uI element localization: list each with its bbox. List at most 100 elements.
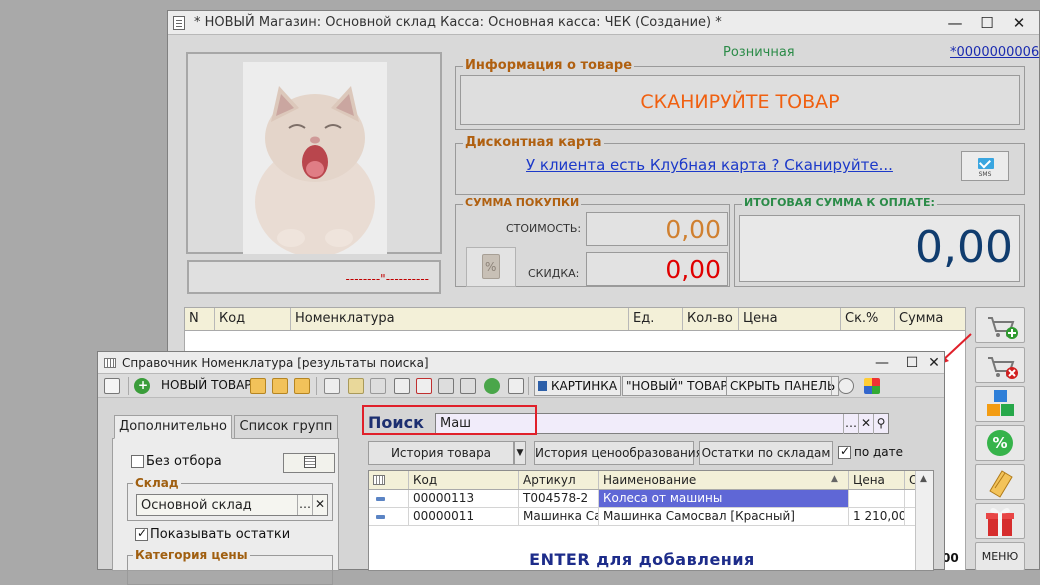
- gift-icon: [986, 507, 1014, 536]
- warehouse-select[interactable]: Основной склад … ✕: [136, 494, 328, 516]
- catalog-button[interactable]: [975, 386, 1025, 422]
- clear-icon[interactable]: ✕: [858, 414, 873, 434]
- ellipsis-icon[interactable]: …: [843, 414, 858, 434]
- ellipsis-icon[interactable]: …: [297, 495, 312, 515]
- receipt-roll-icon: [989, 470, 1013, 498]
- discounts-button[interactable]: %: [975, 425, 1025, 461]
- print-icon[interactable]: [438, 378, 454, 394]
- col-name[interactable]: Наименование: [599, 471, 849, 489]
- col-price[interactable]: Цена: [739, 308, 841, 330]
- item-marker-icon: [376, 497, 385, 501]
- card-number-link[interactable]: *0000000006: [950, 45, 1039, 60]
- col-price[interactable]: Цена: [849, 471, 905, 489]
- discount-label: СКИДКА:: [528, 267, 580, 280]
- picture-icon: [538, 381, 547, 391]
- clear-filter-icon[interactable]: [416, 378, 432, 394]
- toolbar-separator: [528, 377, 529, 395]
- menu-button[interactable]: МЕНЮ: [975, 542, 1025, 571]
- results-scrollbar[interactable]: ▲: [915, 471, 933, 570]
- percent-symbol: %: [992, 434, 1007, 452]
- col-code[interactable]: Код: [215, 308, 291, 330]
- by-date-checkbox[interactable]: [838, 444, 851, 459]
- col-unit[interactable]: Ед.: [629, 308, 683, 330]
- col-nomenclature[interactable]: Номенклатура: [291, 308, 629, 330]
- grid-settings-icon[interactable]: [373, 475, 385, 485]
- show-stock-checkbox[interactable]: [135, 526, 148, 541]
- maximize-icon[interactable]: ☐: [902, 353, 922, 373]
- blocks-icon: [987, 390, 1014, 416]
- down-icon[interactable]: [370, 378, 386, 394]
- search-icon[interactable]: ⚲: [873, 414, 888, 434]
- pos-window-title: * НОВЫЙ Магазин: Основной склад Касса: О…: [194, 15, 722, 30]
- col-sum[interactable]: Сумма: [895, 308, 965, 330]
- hide-panel-button[interactable]: СКРЫТЬ ПАНЕЛЬ: [726, 376, 840, 396]
- col-article[interactable]: Артикул: [519, 471, 599, 489]
- refresh-cursor-icon[interactable]: [104, 378, 120, 394]
- select-cursor-icon[interactable]: [508, 378, 524, 394]
- row-code: 00000113: [409, 490, 519, 507]
- no-filter-number-field[interactable]: 0: [283, 453, 335, 473]
- sms-button[interactable]: SMS: [961, 151, 1009, 181]
- product-history-dropdown-icon[interactable]: ▼: [514, 441, 526, 465]
- picture-button[interactable]: КАРТИНКА: [534, 376, 622, 396]
- toolbar-separator: [128, 377, 129, 395]
- price-type-label: Розничная: [723, 45, 795, 60]
- calculator-icon[interactable]: [304, 456, 316, 468]
- edit-folder-icon[interactable]: [294, 378, 310, 394]
- scroll-up-icon[interactable]: ▲: [920, 474, 927, 484]
- export-icon[interactable]: [460, 378, 476, 394]
- close-icon[interactable]: ✕: [924, 353, 944, 373]
- clear-icon[interactable]: ✕: [312, 495, 327, 515]
- discount-tag-icon: %: [482, 254, 500, 279]
- search-toolbar: + НОВЫЙ ТОВАР КАРТИНКА "НОВЫЙ" ТОВАР СКР…: [98, 374, 944, 398]
- magnifier-icon[interactable]: [838, 378, 854, 394]
- picture-label: КАРТИНКА: [551, 379, 618, 393]
- receipt-tape-button[interactable]: [975, 464, 1025, 500]
- scan-area[interactable]: СКАНИРУЙТЕ ТОВАР: [460, 75, 1020, 125]
- minimize-icon[interactable]: —: [872, 353, 892, 373]
- tab-additional[interactable]: Дополнительно: [114, 415, 232, 439]
- col-qty[interactable]: Кол-во: [683, 308, 739, 330]
- club-card-link[interactable]: У клиента есть Клубная карта ? Сканируйт…: [526, 156, 893, 174]
- minimize-icon[interactable]: —: [944, 13, 966, 33]
- close-icon[interactable]: ✕: [1008, 13, 1030, 33]
- pos-title-bar[interactable]: * НОВЫЙ Магазин: Основной склад Касса: О…: [168, 11, 1039, 35]
- col-n[interactable]: N: [185, 308, 215, 330]
- add-to-folder-icon[interactable]: [272, 378, 288, 394]
- cost-value: 0,00: [665, 215, 721, 244]
- copy-icon[interactable]: [324, 378, 340, 394]
- move-icon[interactable]: [348, 378, 364, 394]
- percent-icon: %: [987, 430, 1013, 456]
- tab-group-list[interactable]: Список групп: [234, 415, 338, 439]
- gift-button[interactable]: [975, 503, 1025, 539]
- add-icon[interactable]: [134, 378, 150, 394]
- price-category-group: Категория цены: [127, 548, 333, 585]
- col-code[interactable]: Код: [409, 471, 519, 489]
- price-category-title: Категория цены: [133, 548, 250, 562]
- stock-by-warehouse-button[interactable]: Остатки по складам: [699, 441, 833, 465]
- row-article: Т004578-2: [519, 490, 599, 507]
- row-price: [849, 490, 905, 507]
- filter-panel: Без отбора 0 Склад Основной склад … ✕ По…: [112, 438, 339, 585]
- refresh-icon[interactable]: [484, 378, 500, 394]
- new-folder-icon[interactable]: [250, 378, 266, 394]
- new-item-button[interactable]: НОВЫЙ ТОВАР: [158, 376, 255, 396]
- no-filter-checkbox[interactable]: [131, 455, 144, 468]
- add-to-cart-button[interactable]: [975, 307, 1025, 343]
- product-history-button[interactable]: История товара: [368, 441, 514, 465]
- product-photo: [243, 62, 387, 254]
- search-title-bar[interactable]: Справочник Номенклатура [результаты поис…: [98, 352, 944, 374]
- filter-icon[interactable]: [394, 378, 410, 394]
- row-icon-cell: [369, 490, 409, 507]
- table-row[interactable]: 00000113 Т004578-2 Колеса от машины: [369, 490, 915, 508]
- remove-from-cart-button[interactable]: [975, 347, 1025, 383]
- windows-icon[interactable]: [864, 378, 880, 394]
- new-item-quoted-button[interactable]: "НОВЫЙ" ТОВАР: [622, 376, 732, 396]
- col-discount[interactable]: Ск.%: [841, 308, 895, 330]
- price-history-button[interactable]: История ценообразования: [534, 441, 703, 465]
- maximize-icon[interactable]: ☐: [976, 13, 998, 33]
- show-stock-label: Показывать остатки: [150, 527, 291, 542]
- discount-button[interactable]: %: [466, 247, 516, 287]
- table-row[interactable]: 00000011 Машинка Са... Машинка Самосвал …: [369, 508, 915, 526]
- results-header: Код Артикул Наименование ▲ Цена О: [369, 471, 918, 490]
